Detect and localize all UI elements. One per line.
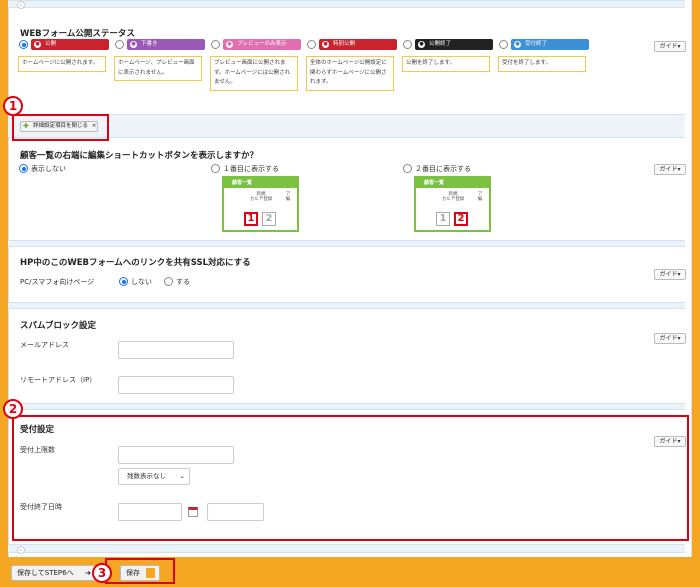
preview-button: 新規 カルテ登録 [441, 192, 465, 202]
ssl-section-title: HP中のこのWEBフォームへのリンクを共有SSL対応にする [20, 258, 251, 268]
save-button[interactable]: 保存 [120, 565, 160, 581]
globe-icon: ● [34, 41, 41, 48]
section-divider [8, 403, 685, 410]
preview-header: 顧客一覧 [416, 178, 489, 188]
preview-number: 1 [436, 212, 450, 226]
section-divider: ⌄ [8, 544, 685, 554]
preview-number: 2 [454, 212, 468, 226]
status-pill[interactable]: ● 下書き [127, 39, 205, 50]
arrow-right-icon: ➜ [85, 569, 91, 577]
status-note: 受付を終了します。 [498, 56, 586, 72]
callout-badge-2: 2 [3, 399, 23, 419]
ssl-option-label: する [176, 278, 190, 286]
section-divider [8, 302, 685, 309]
status-radio-1[interactable] [115, 40, 124, 49]
shortcut-option-label: 表示しない [31, 165, 66, 173]
star-icon: ● [322, 41, 329, 48]
pencil-icon: ● [130, 41, 137, 48]
status-pill[interactable]: ● 公開 [31, 39, 109, 50]
guide-button[interactable]: ガイド▾ [654, 41, 686, 52]
shortcut-option-label: １番目に表示する [223, 165, 279, 173]
preview-number: 1 [244, 212, 258, 226]
preview-number: 2 [262, 212, 276, 226]
callout-box-1 [12, 114, 109, 141]
ssl-field-label: PC/スマフォ向けページ [20, 278, 95, 286]
preview-header: 顧客一覧 [224, 178, 297, 188]
shortcut-preview-second: 顧客一覧 新規 カルテ登録 ア 編 1 2 [414, 176, 491, 232]
status-pill[interactable]: ● プレビューのみ表示 [223, 39, 301, 50]
status-note: ホームページ、プレビュー画面に表示されません。 [114, 56, 202, 81]
ssl-radio-no[interactable] [119, 277, 128, 286]
preview-button: ア 編 [477, 192, 483, 202]
status-note: プレビュー画面に公開されます。ホームページには公開されません。 [210, 56, 298, 91]
callout-badge-1: 1 [3, 96, 23, 116]
ssl-option-label: しない [131, 278, 152, 286]
guide-button[interactable]: ガイド▾ [654, 333, 686, 344]
callout-box-2 [12, 415, 689, 541]
guide-button[interactable]: ガイド▾ [654, 164, 686, 175]
shortcut-option-label: ２番目に表示する [415, 165, 471, 173]
shortcut-radio-first[interactable] [211, 164, 220, 173]
section-divider: ⌄ [8, 0, 685, 9]
preview-icon: ● [226, 41, 233, 48]
spam-email-input[interactable] [118, 341, 234, 359]
shortcut-radio-second[interactable] [403, 164, 412, 173]
preview-button: ア 編 [285, 192, 291, 202]
chevron-down-icon[interactable]: ⌄ [17, 546, 25, 554]
lock-icon [146, 568, 155, 578]
status-radio-0[interactable] [19, 40, 28, 49]
callout-badge-3: 3 [92, 563, 112, 583]
status-radio-4[interactable] [403, 40, 412, 49]
remote-address-label: リモートアドレス（IP） [20, 376, 97, 384]
status-radio-2[interactable] [211, 40, 220, 49]
status-section-title: WEBフォーム公開ステータス [20, 29, 135, 39]
section-divider [8, 240, 685, 247]
shortcut-section-title: 顧客一覧の右端に編集ショートカットボタンを表示しますか？ [20, 151, 259, 161]
status-pill[interactable]: ● 特別公開 [319, 39, 397, 50]
spam-remote-address-input[interactable] [118, 376, 234, 394]
chevron-down-icon[interactable]: ⌄ [17, 1, 25, 9]
status-note: 公開を終了します。 [402, 56, 490, 72]
spam-section-title: スパムブロック設定 [20, 321, 96, 331]
status-pill[interactable]: ● 受付終了 [511, 39, 589, 50]
mail-icon: ● [514, 41, 521, 48]
status-radio-5[interactable] [499, 40, 508, 49]
shortcut-radio-none[interactable] [19, 164, 28, 173]
status-radio-3[interactable] [307, 40, 316, 49]
save-and-next-button[interactable]: 保存してSTEP6へ ➜ [11, 565, 96, 581]
ssl-radio-yes[interactable] [164, 277, 173, 286]
status-note: ホームページに公開されます。 [18, 56, 106, 72]
email-label: メールアドレス [20, 341, 69, 349]
guide-button[interactable]: ガイド▾ [654, 269, 686, 280]
shortcut-preview-first: 顧客一覧 新規 カルテ登録 ア 編 1 2 [222, 176, 299, 232]
status-note: 全体のホームページ公開設定に関わらずホームページに公開されます。 [306, 56, 394, 91]
status-pill[interactable]: ● 公開終了 [415, 39, 493, 50]
preview-button: 新規 カルテ登録 [249, 192, 273, 202]
stop-icon: ● [418, 41, 425, 48]
section-divider [8, 114, 685, 138]
